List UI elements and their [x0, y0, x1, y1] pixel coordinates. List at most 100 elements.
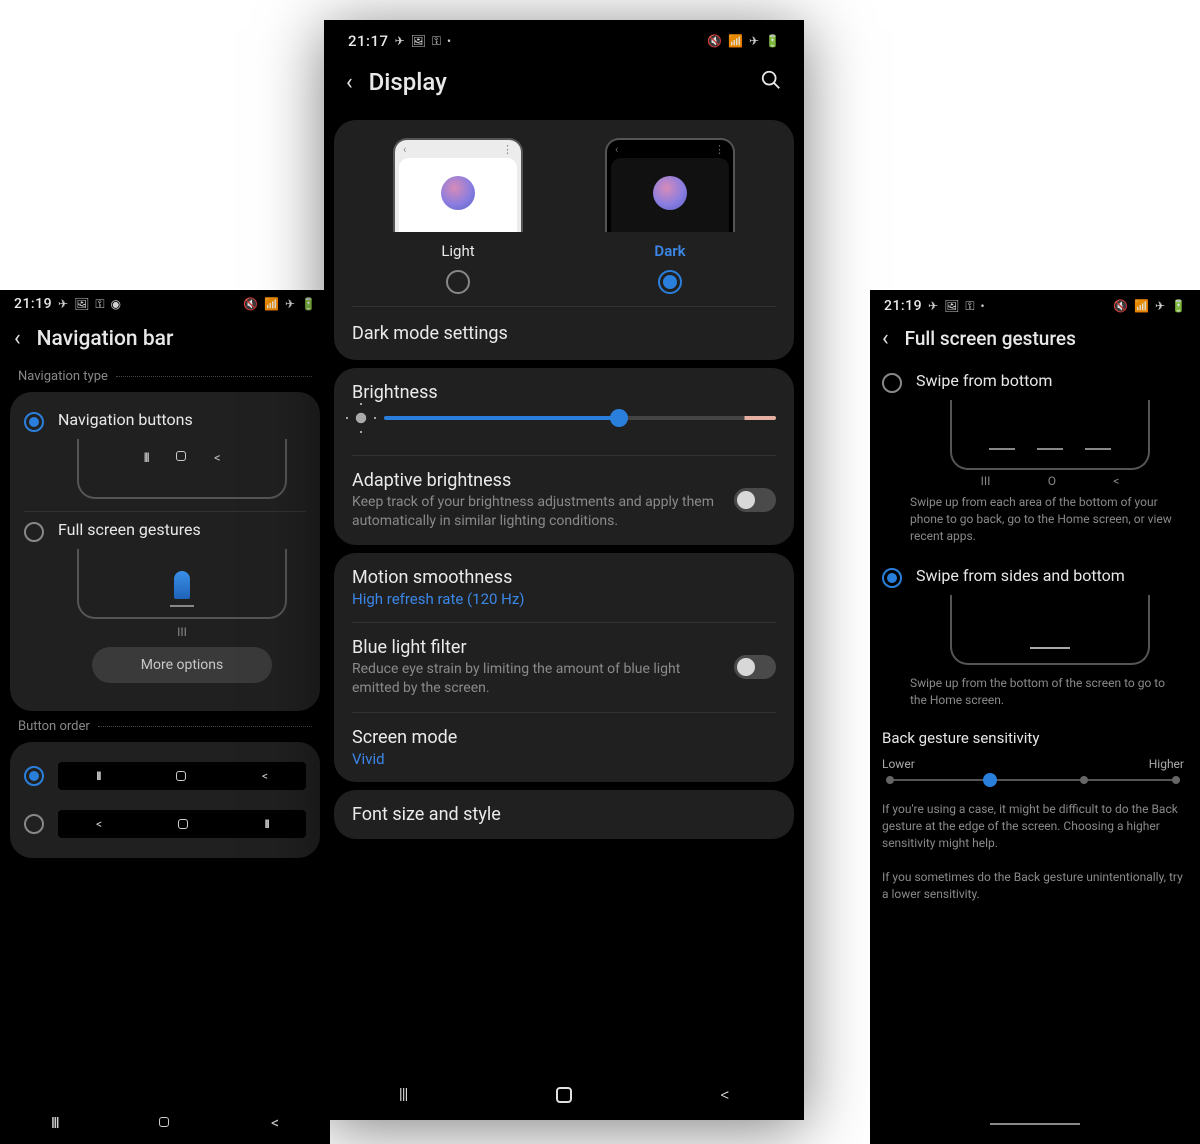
- back-icon: <: [214, 451, 221, 466]
- row-label: Dark mode settings: [352, 323, 776, 344]
- recents-icon: III: [143, 451, 148, 466]
- home-icon: [176, 771, 186, 781]
- row-label: Screen mode: [352, 727, 776, 748]
- back-icon[interactable]: ‹: [14, 326, 21, 351]
- row-label: Brightness: [352, 382, 776, 403]
- home-icon: O: [1048, 474, 1056, 488]
- status-bar: 21:17 ✈ 🖼 ⚿ • 🔇 📶 ✈ 🔋: [324, 20, 804, 56]
- brightness-slider[interactable]: [384, 416, 776, 420]
- page-title: Display: [369, 68, 744, 96]
- back-button[interactable]: <: [720, 1085, 729, 1106]
- status-bar: 21:19 ✈ 🖼 ⚿ ◉ 🔇 📶 ✈ 🔋: [0, 290, 330, 316]
- row-screen-mode[interactable]: Screen mode Vivid: [352, 712, 776, 782]
- row-font-size-style[interactable]: Font size and style: [352, 790, 776, 839]
- home-button[interactable]: [159, 1117, 169, 1127]
- row-adaptive-brightness[interactable]: Adaptive brightness Keep track of your b…: [352, 455, 776, 545]
- screenshot-display-settings: 21:17 ✈ 🖼 ⚿ • 🔇 📶 ✈ 🔋 ‹ Display ‹⋮: [324, 20, 804, 1120]
- option-swipe-sides-bottom[interactable]: Swipe from sides and bottom: [872, 556, 1194, 669]
- card-font: Font size and style: [334, 790, 794, 839]
- sensitivity-note-1: If you're using a case, it might be diff…: [872, 789, 1194, 857]
- screenshot-navigation-bar: 21:19 ✈ 🖼 ⚿ ◉ 🔇 📶 ✈ 🔋 ‹ Navigation bar N…: [0, 290, 330, 1144]
- theme-dark-thumbnail: ‹⋮: [605, 138, 735, 232]
- back-button[interactable]: <: [271, 1113, 279, 1132]
- airplane-icon: ✈: [749, 34, 759, 48]
- row-label: Font size and style: [352, 804, 776, 825]
- back-icon[interactable]: ‹: [346, 70, 353, 95]
- status-time: 21:17: [348, 32, 389, 50]
- system-navbar: III <: [324, 1070, 804, 1120]
- sensitivity-title: Back gesture sensitivity: [882, 729, 1184, 747]
- option-label: Swipe from sides and bottom: [916, 566, 1184, 585]
- radio-navigation-buttons[interactable]: [24, 412, 44, 432]
- spotify-icon: ◉: [110, 297, 120, 311]
- row-label: Blue light filter: [352, 637, 720, 658]
- wifi-icon: 📶: [1134, 299, 1149, 313]
- mute-icon: 🔇: [707, 34, 722, 48]
- option-label: Navigation buttons: [58, 410, 306, 429]
- mute-icon: 🔇: [1113, 299, 1128, 313]
- screenshot-full-screen-gestures: 21:19 ✈ 🖼 ⚿ • 🔇 📶 ✈ 🔋 ‹ Full screen gest…: [870, 290, 1200, 1144]
- button-order-option-1[interactable]: III <: [24, 752, 306, 800]
- option-full-screen-gestures[interactable]: Full screen gestures III More options: [24, 512, 306, 701]
- home-icon: [176, 451, 186, 461]
- radio-order-2[interactable]: [24, 814, 44, 834]
- option-label: Full screen gestures: [58, 520, 306, 539]
- search-icon[interactable]: [760, 69, 782, 96]
- back-icon: <: [96, 817, 102, 831]
- theme-option-dark[interactable]: ‹⋮ Dark: [605, 138, 735, 294]
- row-motion-smoothness[interactable]: Motion smoothness High refresh rate (120…: [352, 553, 776, 622]
- radio-swipe-bottom[interactable]: [882, 373, 902, 393]
- home-button[interactable]: [556, 1087, 572, 1103]
- button-order-option-2[interactable]: < III: [24, 800, 306, 848]
- header: ‹ Navigation bar: [0, 316, 330, 365]
- airplane-icon: ✈: [1155, 299, 1165, 313]
- row-description: Keep track of your brightness adjustment…: [352, 493, 720, 531]
- battery-icon: 🔋: [765, 34, 780, 48]
- key-icon: ⚿: [432, 34, 441, 49]
- radio-order-1[interactable]: [24, 766, 44, 786]
- brightness-icon: [352, 409, 370, 427]
- row-value: Vivid: [352, 750, 776, 768]
- slider-thumb[interactable]: [610, 409, 628, 427]
- more-options-button[interactable]: More options: [92, 647, 272, 683]
- status-time: 21:19: [884, 298, 922, 314]
- option-label: Swipe from bottom: [916, 371, 1184, 390]
- dot-icon: •: [980, 299, 984, 313]
- recents-button[interactable]: III: [51, 1113, 58, 1132]
- radio-swipe-sides[interactable]: [882, 568, 902, 588]
- row-brightness: Brightness: [352, 368, 776, 455]
- sensitivity-low-label: Lower: [882, 757, 915, 771]
- page-title: Navigation bar: [37, 327, 316, 351]
- theme-label: Light: [441, 242, 474, 260]
- swipe-bottom-illustration: [950, 400, 1150, 470]
- row-label: Motion smoothness: [352, 567, 776, 588]
- battery-icon: 🔋: [301, 297, 316, 311]
- gesture-hint[interactable]: [990, 1123, 1080, 1125]
- theme-option-light[interactable]: ‹⋮ Light: [393, 138, 523, 294]
- radio-light[interactable]: [446, 270, 470, 294]
- card-theme: ‹⋮ Light ‹⋮ Dark Dark mode settings: [334, 120, 794, 360]
- blue-light-filter-toggle[interactable]: [734, 655, 776, 679]
- battery-icon: 🔋: [1171, 299, 1186, 313]
- back-gesture-sensitivity: Back gesture sensitivity Lower Higher: [872, 721, 1194, 789]
- adaptive-brightness-toggle[interactable]: [734, 488, 776, 512]
- wifi-icon: 📶: [728, 34, 743, 48]
- recents-icon: III: [981, 474, 991, 488]
- back-icon[interactable]: ‹: [882, 326, 889, 351]
- option-navigation-buttons[interactable]: Navigation buttons III <: [24, 402, 306, 511]
- recents-button[interactable]: III: [398, 1085, 406, 1106]
- row-dark-mode-settings[interactable]: Dark mode settings: [352, 306, 776, 360]
- row-blue-light-filter[interactable]: Blue light filter Reduce eye strain by l…: [352, 622, 776, 712]
- image-icon: 🖼: [411, 34, 426, 48]
- row-description: Reduce eye strain by limiting the amount…: [352, 660, 720, 698]
- gesture-hint-label: III: [58, 625, 306, 639]
- system-navbar: [870, 1104, 1200, 1144]
- back-icon: <: [1113, 474, 1119, 488]
- sensitivity-slider[interactable]: [886, 779, 1180, 781]
- section-navigation-type: Navigation type: [0, 369, 330, 384]
- radio-full-screen-gestures[interactable]: [24, 522, 44, 542]
- option-swipe-from-bottom[interactable]: Swipe from bottom III O <: [872, 361, 1194, 488]
- header: ‹ Full screen gestures: [870, 318, 1200, 361]
- radio-dark[interactable]: [658, 270, 682, 294]
- page-title: Full screen gestures: [905, 327, 1188, 350]
